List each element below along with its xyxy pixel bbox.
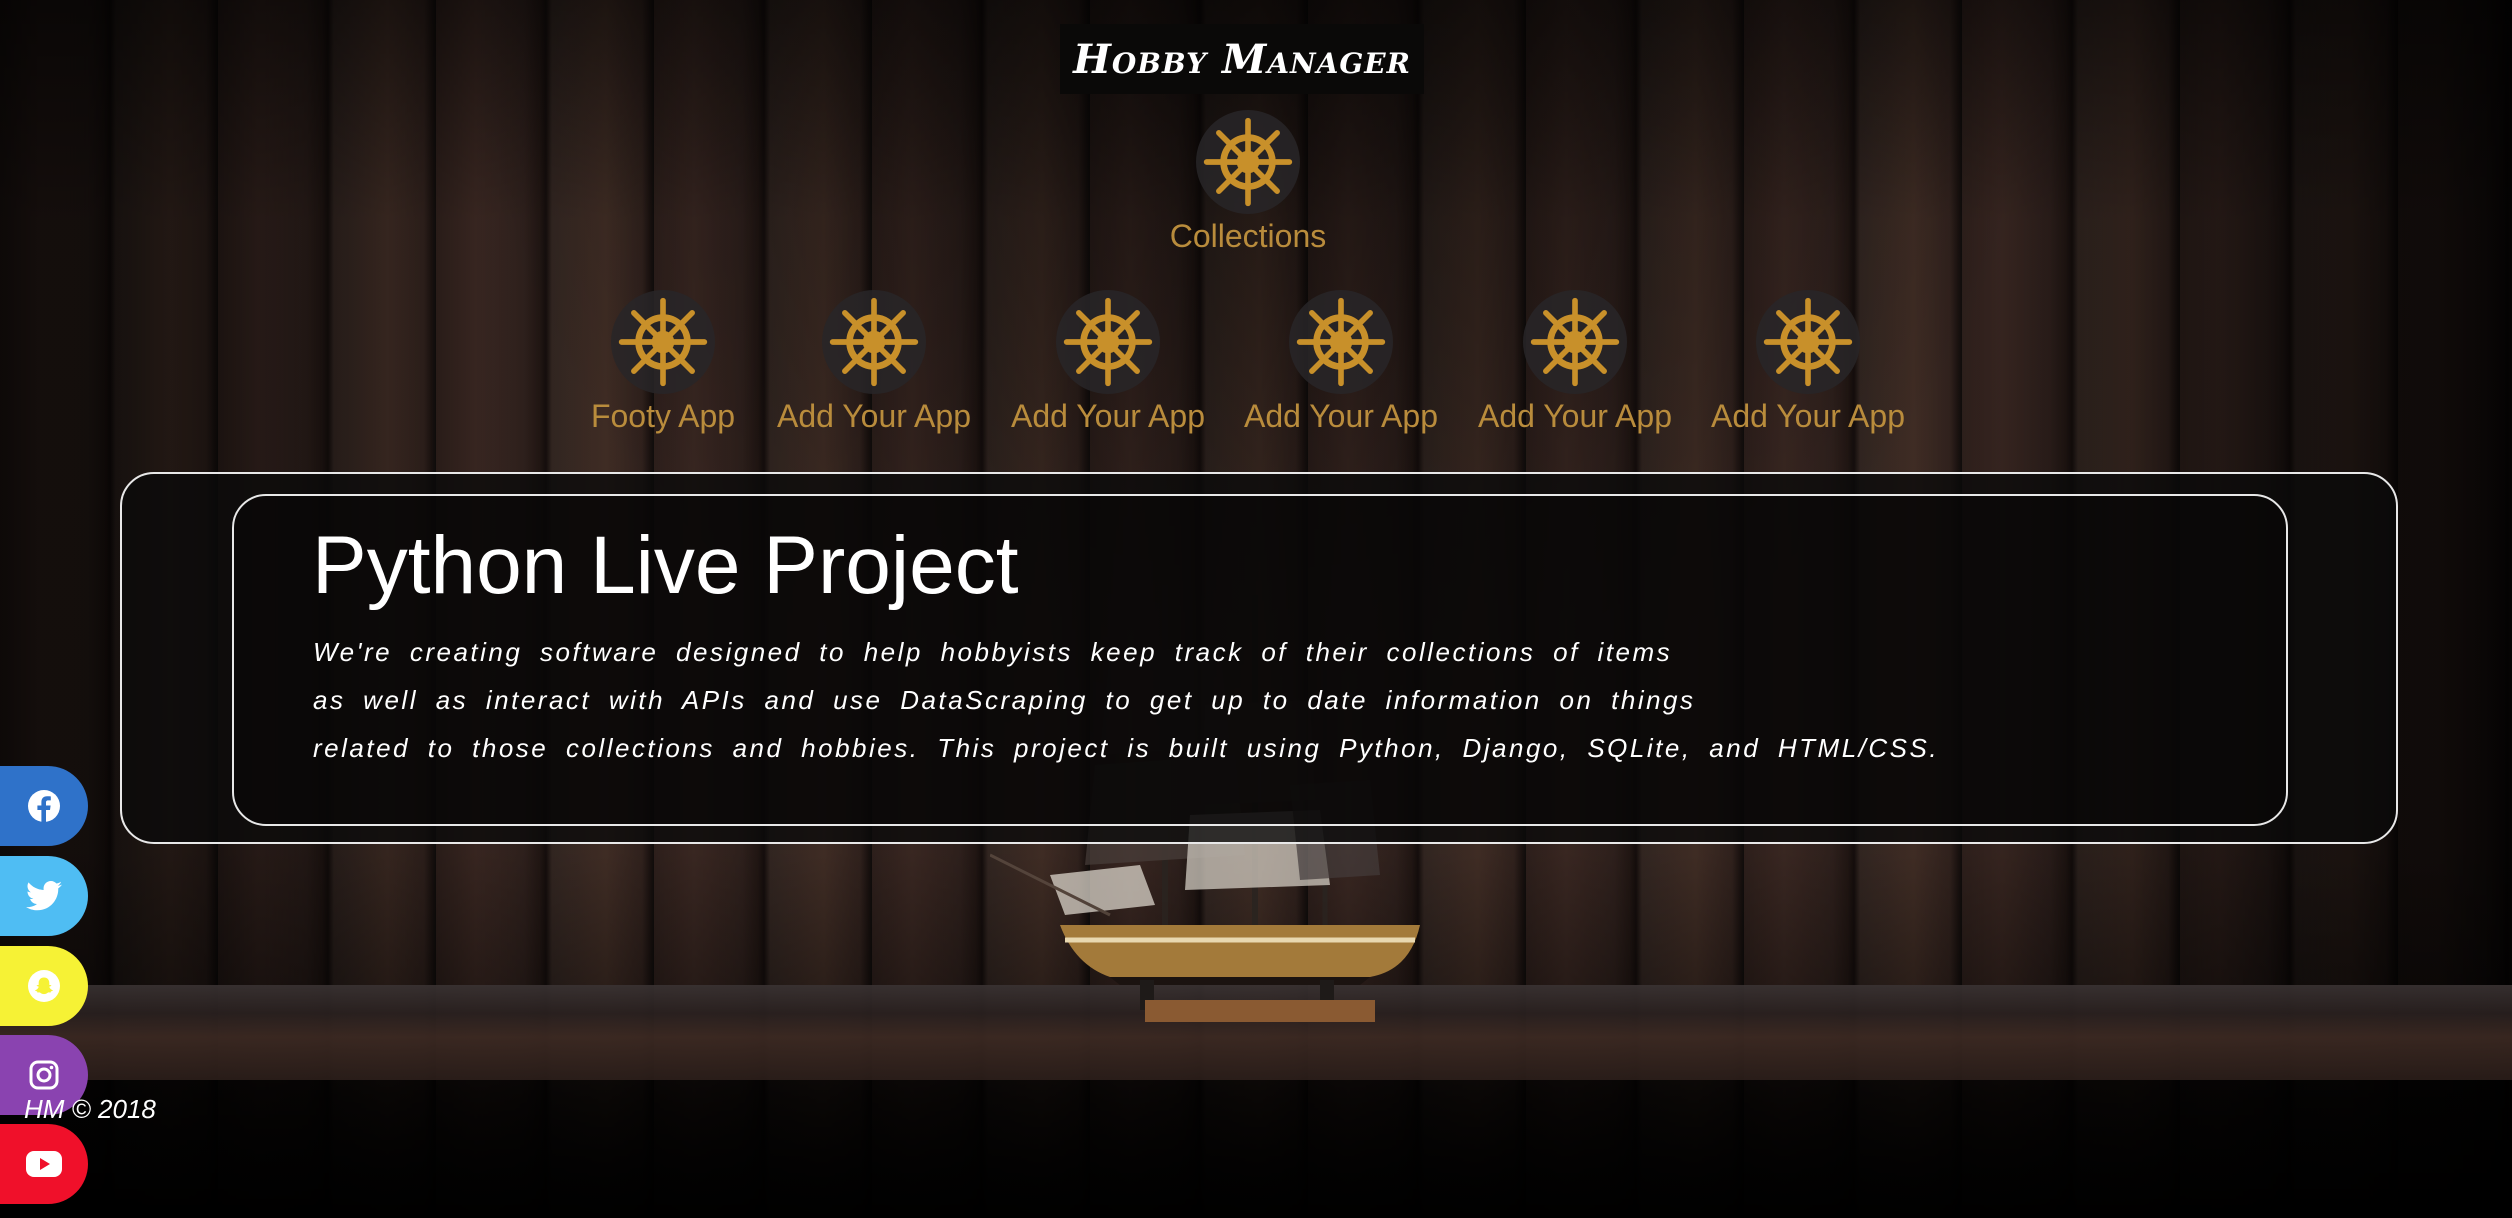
page-title: Python Live Project	[312, 520, 1019, 611]
facebook-icon	[28, 790, 60, 823]
app-row: Footy App Add Your App Add Your App Add …	[0, 290, 2512, 440]
instagram-icon	[29, 1060, 59, 1090]
collections-link[interactable]: Collections	[1138, 110, 1358, 255]
app-label: Add Your App	[1711, 398, 1905, 434]
snapchat-link[interactable]	[0, 946, 88, 1026]
description-line: related to those collections and hobbies…	[313, 733, 1940, 763]
snapchat-icon	[28, 970, 60, 1002]
app-tile-footy[interactable]: Footy App	[590, 290, 736, 435]
footer-copyright: HM © 2018	[24, 1094, 156, 1124]
ship-wheel-icon	[1756, 290, 1860, 394]
app-label: Add Your App	[1478, 398, 1672, 434]
brand-logo[interactable]: Hobby Manager	[1060, 24, 1424, 94]
app-label: Add Your App	[1244, 398, 1438, 434]
project-description: We're creating software designed to help…	[313, 628, 2213, 772]
app-tile-add-5[interactable]: Add Your App	[1710, 290, 1906, 435]
youtube-icon	[26, 1151, 62, 1177]
ship-wheel-icon	[1056, 290, 1160, 394]
app-tile-add-4[interactable]: Add Your App	[1477, 290, 1673, 435]
ship-wheel-icon	[1523, 290, 1627, 394]
shelf-shadow	[0, 1080, 2512, 1218]
app-tile-add-2[interactable]: Add Your App	[1010, 290, 1206, 435]
facebook-link[interactable]	[0, 766, 88, 846]
description-line: We're creating software designed to help…	[313, 637, 1673, 667]
twitter-icon	[26, 881, 62, 911]
description-line: as well as interact with APIs and use Da…	[313, 685, 1696, 715]
app-label: Add Your App	[1011, 398, 1205, 434]
ship-wheel-icon	[822, 290, 926, 394]
ship-wheel-icon	[1289, 290, 1393, 394]
ship-wheel-icon	[1196, 110, 1300, 214]
ship-wheel-icon	[611, 290, 715, 394]
app-tile-add-1[interactable]: Add Your App	[776, 290, 972, 435]
app-label: Footy App	[590, 398, 736, 434]
app-tile-add-3[interactable]: Add Your App	[1243, 290, 1439, 435]
app-label: Add Your App	[777, 398, 971, 434]
page-background: Hobby Manager Collections Footy App Add …	[0, 0, 2512, 1218]
collections-label: Collections	[1169, 218, 1327, 254]
youtube-link[interactable]	[0, 1124, 88, 1204]
twitter-link[interactable]	[0, 856, 88, 936]
